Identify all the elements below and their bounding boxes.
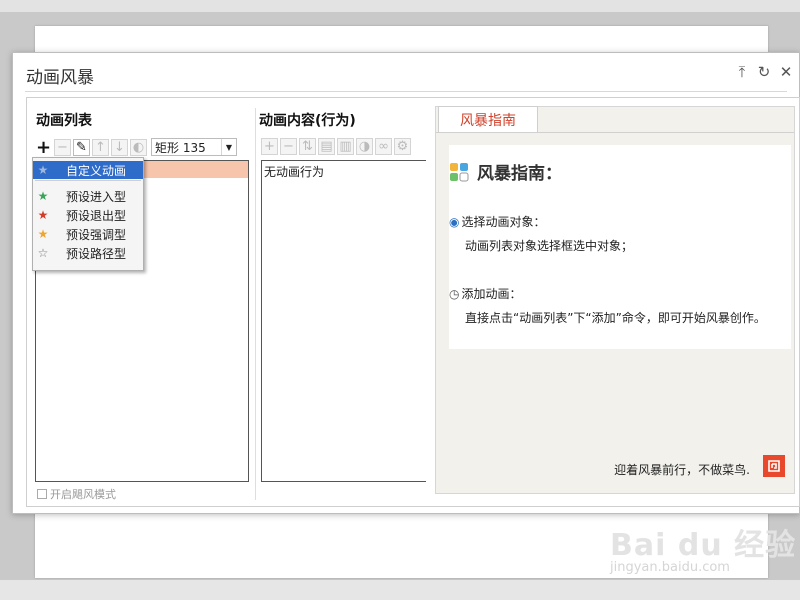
window-buttons: ⤒ ↻ ✕ xyxy=(733,63,795,81)
empty-behavior-text: 无动画行为 xyxy=(264,165,325,179)
hurricane-mode-checkbox[interactable] xyxy=(37,489,47,499)
watermark-url: jingyan.baidu.com xyxy=(610,560,730,575)
menu-item-custom-animation[interactable]: ★ 自定义动画 xyxy=(33,161,143,179)
link-icon[interactable]: ∞ xyxy=(375,138,392,155)
brand-logo-icon[interactable] xyxy=(763,455,785,477)
contrast-icon[interactable]: ◑ xyxy=(356,138,373,155)
guide-heading: 风暴指南： xyxy=(449,159,562,184)
star-orange-icon: ★ xyxy=(37,227,49,241)
clock-icon: ◷ xyxy=(449,286,460,301)
shape-select[interactable]: 矩形 135 ▼ xyxy=(151,138,237,156)
tiles-icon xyxy=(450,162,469,181)
star-path-icon: ☆ xyxy=(37,246,49,260)
add-icon[interactable]: + xyxy=(35,137,52,158)
storm-guide-panel: 风暴指南 风暴指南： ◉ 选择动画对象： 动画列表对象选择框选中对象； ◷ 添加… xyxy=(435,106,795,494)
step2-heading-text: 添加动画： xyxy=(461,287,522,301)
step2-text: 直接点击“动画列表”下“添加”命令，即可开始风暴创作。 xyxy=(465,311,766,325)
logo-mark-icon xyxy=(768,460,780,472)
watermark-logo: Bai du 经验 xyxy=(610,528,797,563)
menu-item-label: 预设强调型 xyxy=(66,227,127,242)
step1-heading: ◉ 选择动画对象： xyxy=(449,213,546,230)
hurricane-mode-label: 开启飓风模式 xyxy=(50,488,116,501)
column-divider-left xyxy=(255,108,256,500)
step2-heading: ◷ 添加动画： xyxy=(449,285,522,302)
animation-content-toolbar: + − ⇅ ▤ ▥ ◑ ∞ ⚙ xyxy=(261,138,411,155)
eye-icon: ◉ xyxy=(449,214,460,229)
step1-text: 动画列表对象选择框选中对象； xyxy=(465,239,634,253)
brush-icon[interactable]: ✎ xyxy=(73,138,90,156)
remove-icon[interactable]: − xyxy=(54,138,71,156)
copy-icon[interactable]: ▤ xyxy=(318,138,335,155)
preset-context-menu: ★ 自定义动画 ★ 预设进入型 ★ 预设退出型 ★ 预设强调型 ☆ 预设路径型 xyxy=(32,157,144,271)
dialog-title: 动画风暴 xyxy=(26,68,94,88)
animation-list-title: 动画列表 xyxy=(36,113,92,129)
paste-icon[interactable]: ▥ xyxy=(337,138,354,155)
menu-item-preset-path[interactable]: ☆ 预设路径型 xyxy=(33,244,143,262)
settings-icon[interactable]: ⚙ xyxy=(394,138,411,155)
star-red-icon: ★ xyxy=(37,208,49,222)
guide-footer: 迎着风暴前行，不做菜鸟. xyxy=(614,463,750,477)
refresh-icon[interactable]: ↻ xyxy=(755,63,773,81)
step1-heading-text: 选择动画对象： xyxy=(461,215,546,229)
tab-divider xyxy=(436,132,794,133)
move-up-icon[interactable]: ↑ xyxy=(92,138,109,156)
animation-content-title: 动画内容(行为) xyxy=(259,113,356,129)
guide-card: 风暴指南： ◉ 选择动画对象： 动画列表对象选择框选中对象； ◷ 添加动画： 直… xyxy=(449,145,791,349)
menu-item-preset-entrance[interactable]: ★ 预设进入型 xyxy=(33,187,143,205)
tab-storm-guide[interactable]: 风暴指南 xyxy=(438,106,538,133)
animation-storm-dialog: 动画风暴 ⤒ ↻ ✕ 动画列表 + − ✎ ↑ ↓ ◐ 矩形 135 ▼ 开启飓… xyxy=(12,52,800,514)
move-down-icon[interactable]: ↓ xyxy=(111,138,128,156)
star-green-icon: ★ xyxy=(37,189,49,203)
star-outline-icon: ★ xyxy=(37,163,49,177)
sync-icon[interactable]: ⇅ xyxy=(299,138,316,155)
pin-icon[interactable]: ⤒ xyxy=(733,63,751,81)
background-bottom xyxy=(0,580,800,600)
menu-item-label: 预设进入型 xyxy=(66,189,127,204)
remove-behavior-icon[interactable]: − xyxy=(280,138,297,155)
hurricane-mode-option[interactable]: 开启飓风模式 xyxy=(37,486,116,502)
menu-item-preset-exit[interactable]: ★ 预设退出型 xyxy=(33,206,143,224)
mirror-icon[interactable]: ◐ xyxy=(130,138,147,156)
menu-item-label: 预设退出型 xyxy=(66,208,127,223)
menu-separator xyxy=(35,180,141,181)
shape-select-value: 矩形 135 xyxy=(155,140,206,155)
title-divider xyxy=(25,91,787,92)
background-top xyxy=(0,0,800,12)
menu-item-preset-emphasis[interactable]: ★ 预设强调型 xyxy=(33,225,143,243)
close-icon[interactable]: ✕ xyxy=(777,63,795,81)
chevron-down-icon[interactable]: ▼ xyxy=(221,139,236,155)
guide-title-text: 风暴指南： xyxy=(477,164,562,184)
menu-item-label: 自定义动画 xyxy=(66,163,127,178)
animation-list-toolbar: + − ✎ ↑ ↓ ◐ 矩形 135 ▼ xyxy=(35,137,237,158)
add-behavior-icon[interactable]: + xyxy=(261,138,278,155)
menu-item-label: 预设路径型 xyxy=(66,246,127,261)
animation-content-box[interactable]: 无动画行为 xyxy=(261,160,426,482)
